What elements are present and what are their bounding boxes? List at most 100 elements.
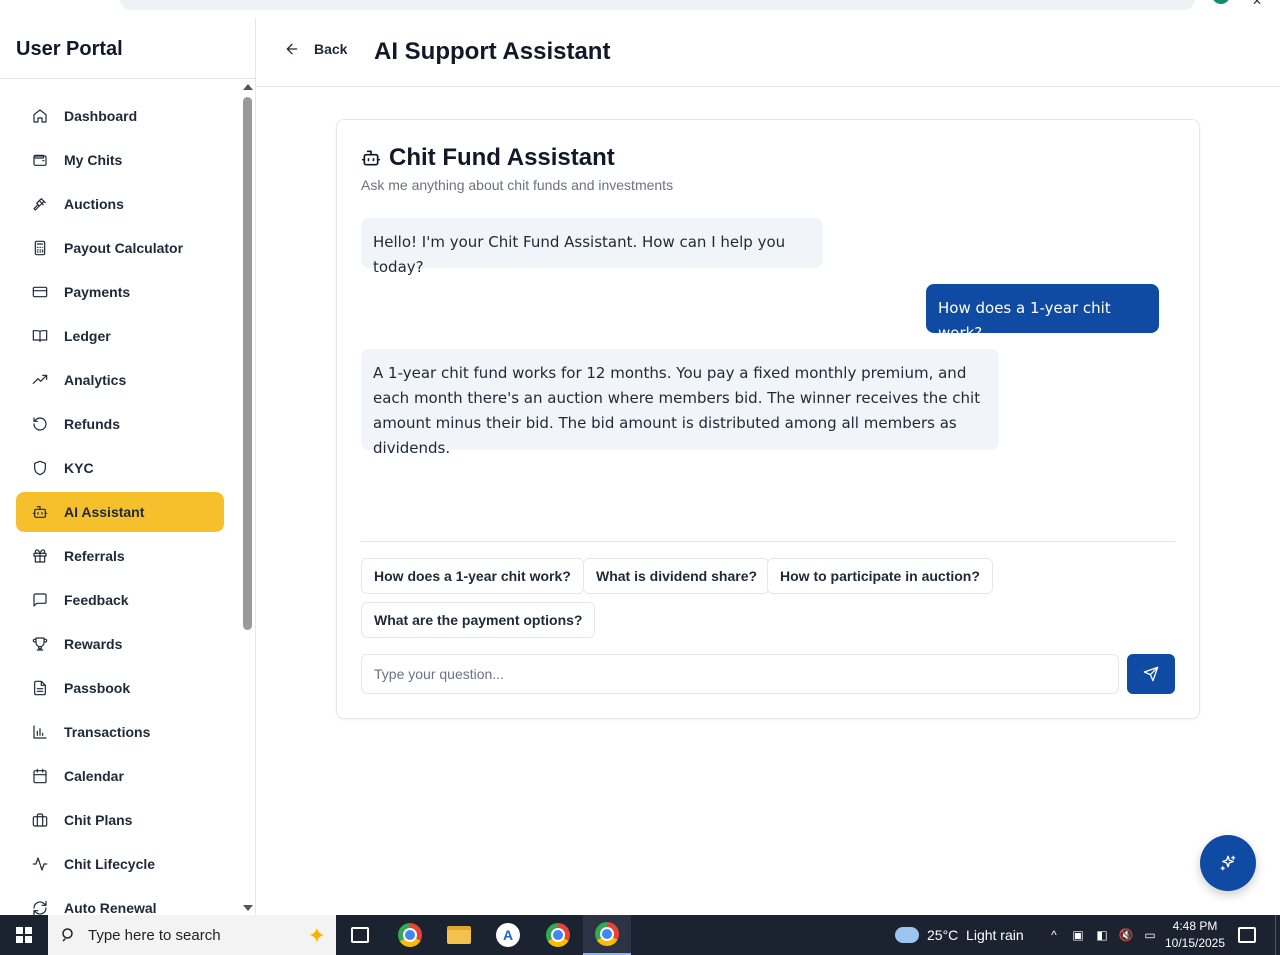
gavel-icon (32, 196, 48, 212)
chat-subtitle: Ask me anything about chit funds and inv… (361, 177, 674, 193)
sidebar-item-auto-renewal[interactable]: Auto Renewal (16, 888, 224, 915)
scroll-down-arrow-icon[interactable] (243, 905, 253, 911)
sidebar-item-chit-lifecycle[interactable]: Chit Lifecycle (16, 844, 224, 884)
file-text-icon (32, 680, 48, 696)
task-view-button[interactable] (336, 915, 384, 955)
sidebar-scrollbar[interactable] (240, 80, 256, 915)
weather-widget[interactable]: 25°C Light rain (895, 915, 1024, 955)
taskbar-chrome-profile[interactable] (534, 915, 582, 955)
trending-up-icon (32, 372, 48, 388)
sidebar-item-passbook[interactable]: Passbook (16, 668, 224, 708)
trophy-icon (32, 636, 48, 652)
sidebar-item-dashboard[interactable]: Dashboard (16, 96, 224, 136)
volume-muted-icon[interactable]: 🔇 (1118, 927, 1134, 943)
taskbar-search-placeholder: Type here to search (88, 926, 221, 944)
credit-card-icon (32, 284, 48, 300)
chevron-up-icon[interactable]: ^ (1046, 927, 1062, 943)
suggestion-chip[interactable]: What is dividend share? (583, 558, 771, 594)
ai-sparkle-fab[interactable] (1200, 835, 1256, 891)
show-desktop-button[interactable] (1275, 915, 1280, 955)
sidebar-item-chit-plans[interactable]: Chit Plans (16, 800, 224, 840)
bot-icon (361, 150, 381, 166)
sidebar-item-label: Feedback (64, 592, 129, 608)
clock-date: 10/15/2025 (1164, 936, 1226, 950)
sidebar-item-analytics[interactable]: Analytics (16, 360, 224, 400)
refresh-icon (32, 900, 48, 915)
sidebar-item-label: Dashboard (64, 108, 138, 124)
search-highlight-icon: ✦ (307, 923, 326, 948)
taskbar-clock[interactable]: 4:48 PM 10/15/2025 (1158, 918, 1232, 952)
chat-input[interactable] (361, 654, 1119, 694)
display-icon[interactable]: ▭ (1142, 927, 1158, 943)
arrow-left-icon (286, 43, 298, 55)
sidebar-item-payments[interactable]: Payments (16, 272, 224, 312)
suggestion-chip[interactable]: What are the payment options? (361, 602, 596, 638)
send-icon (1143, 666, 1159, 682)
sidebar-item-referrals[interactable]: Referrals (16, 536, 224, 576)
weather-text: 25°C Light rain (927, 927, 1024, 943)
bot-message: Hello! I'm your Chit Fund Assistant. How… (361, 218, 823, 276)
address-bar[interactable] (120, 0, 1195, 10)
user-message: How does a 1-year chit work? (926, 284, 1159, 342)
sidebar-item-label: AI Assistant (64, 504, 145, 520)
sidebar-item-label: Rewards (64, 636, 123, 652)
sidebar-item-calendar[interactable]: Calendar (16, 756, 224, 796)
suggestion-chip[interactable]: How to participate in auction? (767, 558, 993, 594)
sidebar-item-transactions[interactable]: Transactions (16, 712, 224, 752)
sidebar-item-label: Refunds (64, 416, 120, 432)
bot-message: A 1-year chit fund works for 12 months. … (361, 349, 999, 457)
chat-title: Chit Fund Assistant (361, 144, 615, 172)
message-square-icon (32, 592, 48, 608)
sidebar-item-auctions[interactable]: Auctions (16, 184, 224, 224)
start-button[interactable] (0, 915, 48, 955)
sidebar-item-my-chits[interactable]: My Chits (16, 140, 224, 180)
divider (361, 541, 1175, 542)
sidebar-brand: User Portal (0, 18, 255, 79)
os-taskbar: Type here to search ✦ A 25°C Light rain … (0, 915, 1280, 955)
sidebar-item-ledger[interactable]: Ledger (16, 316, 224, 356)
sidebar-item-payout-calculator[interactable]: Payout Calculator (16, 228, 224, 268)
sidebar-item-feedback[interactable]: Feedback (16, 580, 224, 620)
notification-icon[interactable] (1238, 927, 1256, 943)
chrome-icon (398, 923, 422, 947)
scroll-thumb[interactable] (243, 97, 252, 630)
sidebar-item-ai-assistant[interactable]: AI Assistant (16, 492, 224, 532)
sidebar-item-label: Chit Lifecycle (64, 856, 156, 872)
close-icon[interactable]: ✕ (1252, 0, 1262, 8)
taskbar-chrome[interactable] (386, 915, 434, 955)
chat-card: Chit Fund Assistant Ask me anything abou… (336, 119, 1200, 719)
page-header: Back AI Support Assistant (256, 18, 1280, 87)
send-button[interactable] (1127, 654, 1175, 694)
taskbar-app[interactable]: A (484, 915, 532, 955)
windows-logo-icon (16, 927, 32, 943)
app-icon: A (496, 923, 520, 947)
search-icon (62, 928, 73, 942)
sidebar-item-label: Auto Renewal (64, 900, 157, 915)
browser-strip: ✕ (0, 0, 1280, 18)
gift-icon (32, 548, 48, 564)
taskbar-chrome-active[interactable] (583, 915, 631, 955)
sidebar: User Portal Dashboard My Chits Auctions … (0, 18, 256, 915)
sidebar-item-label: Analytics (64, 372, 127, 388)
suggestion-chip[interactable]: How does a 1-year chit work? (361, 558, 584, 594)
scroll-up-arrow-icon[interactable] (243, 84, 253, 90)
sidebar-item-label: Transactions (64, 724, 151, 740)
sidebar-item-kyc[interactable]: KYC (16, 448, 224, 488)
sidebar-item-label: My Chits (64, 152, 123, 168)
chrome-icon (595, 922, 619, 946)
rotate-ccw-icon (32, 416, 48, 432)
network-icon[interactable]: ◧ (1094, 927, 1110, 943)
profile-avatar[interactable] (1212, 0, 1230, 4)
back-button[interactable]: Back (284, 41, 347, 57)
tray-app-icon[interactable]: ▣ (1070, 927, 1086, 943)
sidebar-item-label: Chit Plans (64, 812, 133, 828)
sidebar-item-label: Passbook (64, 680, 131, 696)
task-view-icon (351, 927, 369, 943)
sidebar-item-refunds[interactable]: Refunds (16, 404, 224, 444)
sidebar-item-rewards[interactable]: Rewards (16, 624, 224, 664)
taskbar-file-explorer[interactable] (435, 915, 483, 955)
calculator-icon (32, 240, 48, 256)
sidebar-item-label: Payout Calculator (64, 240, 184, 256)
book-open-icon (32, 328, 48, 344)
taskbar-search[interactable]: Type here to search ✦ (48, 915, 336, 955)
